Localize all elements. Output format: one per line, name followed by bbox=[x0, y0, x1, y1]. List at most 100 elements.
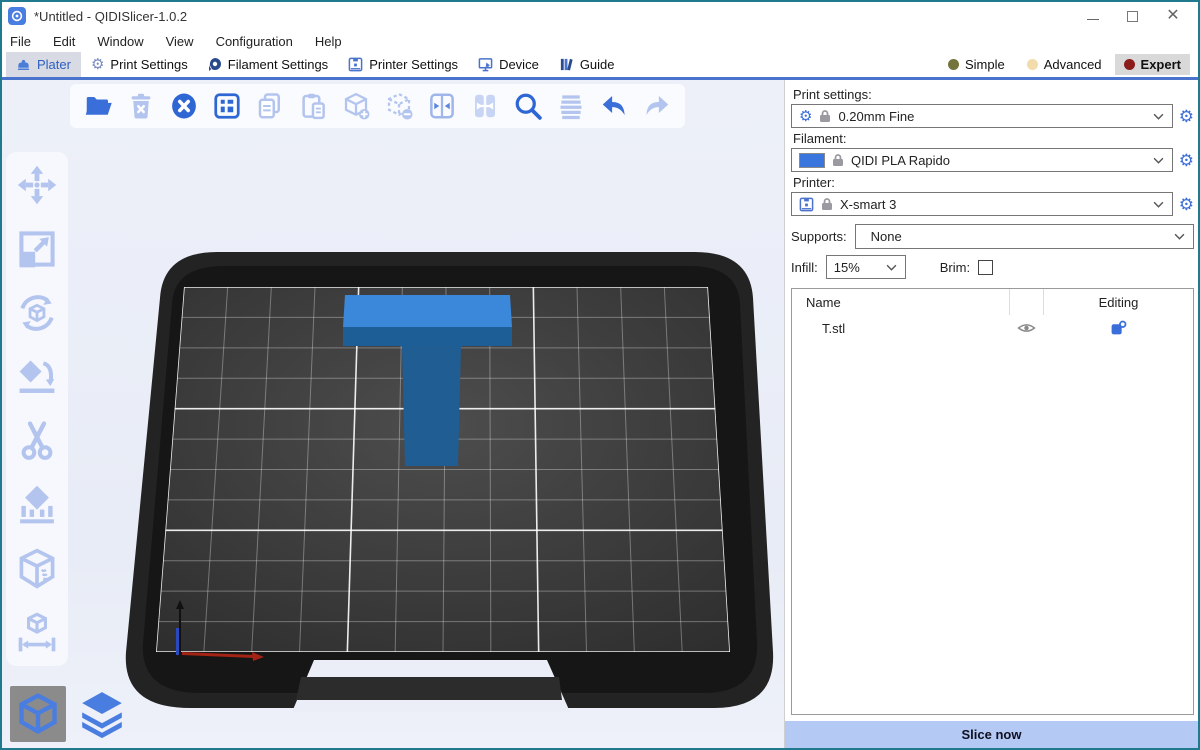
preset-gear-icon: ⚙ bbox=[799, 109, 812, 124]
printer-settings-icon bbox=[348, 57, 363, 72]
editing-icon[interactable] bbox=[1110, 320, 1127, 336]
supports-select[interactable]: None bbox=[855, 224, 1194, 249]
column-visibility bbox=[1009, 289, 1043, 315]
object-row-t-stl[interactable]: T.stl bbox=[792, 315, 1193, 341]
mode-expert[interactable]: Expert bbox=[1115, 54, 1190, 75]
minimize-button[interactable] bbox=[1087, 13, 1099, 20]
print-settings-select[interactable]: ⚙ 0.20mm Fine bbox=[791, 104, 1173, 128]
copy-button[interactable] bbox=[252, 88, 288, 124]
tab-printer-settings[interactable]: Printer Settings bbox=[338, 52, 468, 77]
chevron-down-icon bbox=[886, 264, 897, 271]
lock-icon bbox=[832, 153, 844, 167]
menu-view[interactable]: View bbox=[166, 34, 194, 49]
gizmo-toolbar bbox=[6, 152, 68, 666]
filament-select[interactable]: QIDI PLA Rapido bbox=[791, 148, 1173, 172]
tab-device[interactable]: Device bbox=[468, 52, 549, 77]
settings-panel: Print settings: ⚙ 0.20mm Fine ⚙ Filament… bbox=[784, 80, 1198, 748]
expert-dot-icon bbox=[1124, 59, 1135, 70]
printer-gear-button[interactable]: ⚙ bbox=[1179, 196, 1194, 213]
object-list: Name Editing T.stl bbox=[791, 288, 1194, 715]
view-mode-toggles bbox=[10, 686, 130, 742]
viewport-3d[interactable] bbox=[2, 80, 784, 748]
tab-filament-settings[interactable]: Filament Settings bbox=[198, 52, 338, 77]
filament-gear-button[interactable]: ⚙ bbox=[1179, 152, 1194, 169]
filament-label: Filament: bbox=[793, 131, 1194, 146]
seam-painting-tool-button[interactable] bbox=[14, 546, 60, 592]
build-plate-scene bbox=[2, 80, 784, 747]
mode-advanced[interactable]: Advanced bbox=[1018, 54, 1111, 75]
menu-help[interactable]: Help bbox=[315, 34, 342, 49]
delete-all-button[interactable] bbox=[166, 88, 202, 124]
object-list-header: Name Editing bbox=[792, 289, 1193, 315]
mode-expert-label: Expert bbox=[1141, 57, 1181, 72]
variable-layer-height-button[interactable] bbox=[553, 88, 589, 124]
printer-icon bbox=[799, 197, 814, 212]
split-to-objects-button[interactable] bbox=[424, 88, 460, 124]
supports-label: Supports: bbox=[791, 229, 847, 244]
menu-bar: File Edit Window View Configuration Help bbox=[2, 30, 1198, 52]
move-tool-button[interactable] bbox=[14, 162, 60, 208]
slice-now-label: Slice now bbox=[962, 727, 1022, 742]
mode-advanced-label: Advanced bbox=[1044, 57, 1102, 72]
app-logo-icon bbox=[8, 7, 26, 25]
column-editing: Editing bbox=[1043, 289, 1193, 315]
menu-window[interactable]: Window bbox=[97, 34, 143, 49]
object-toolbar bbox=[70, 84, 685, 128]
menu-configuration[interactable]: Configuration bbox=[216, 34, 293, 49]
undo-button[interactable] bbox=[596, 88, 632, 124]
tab-guide-label: Guide bbox=[580, 57, 615, 72]
column-name: Name bbox=[792, 289, 1009, 315]
printer-value: X-smart 3 bbox=[840, 197, 1146, 212]
window-title: *Untitled - QIDISlicer-1.0.2 bbox=[34, 9, 187, 24]
filament-value: QIDI PLA Rapido bbox=[851, 153, 1146, 168]
lock-icon bbox=[819, 109, 831, 123]
lock-icon bbox=[821, 197, 833, 211]
search-button[interactable] bbox=[510, 88, 546, 124]
paint-supports-tool-button[interactable] bbox=[14, 482, 60, 528]
chevron-down-icon bbox=[1153, 157, 1164, 164]
maximize-button[interactable] bbox=[1127, 11, 1138, 22]
preview-view-button[interactable] bbox=[74, 686, 130, 742]
tab-print-settings[interactable]: ⚙ Print Settings bbox=[81, 52, 198, 77]
chevron-down-icon bbox=[1153, 113, 1164, 120]
title-bar: *Untitled - QIDISlicer-1.0.2 ✕ bbox=[2, 2, 1198, 30]
open-file-button[interactable] bbox=[80, 88, 116, 124]
print-settings-icon: ⚙ bbox=[91, 57, 104, 72]
print-settings-label: Print settings: bbox=[793, 87, 1194, 102]
cut-tool-button[interactable] bbox=[14, 418, 60, 464]
supports-value: None bbox=[863, 229, 1167, 244]
arrange-button[interactable] bbox=[209, 88, 245, 124]
editor-view-button[interactable] bbox=[10, 686, 66, 742]
delete-button[interactable] bbox=[123, 88, 159, 124]
tab-guide[interactable]: Guide bbox=[549, 52, 625, 77]
menu-edit[interactable]: Edit bbox=[53, 34, 75, 49]
tab-plater[interactable]: Plater bbox=[6, 52, 81, 77]
eye-visibility-icon[interactable] bbox=[1017, 321, 1036, 335]
infill-select[interactable]: 15% bbox=[826, 255, 906, 279]
guide-icon bbox=[559, 57, 574, 72]
scale-tool-button[interactable] bbox=[14, 226, 60, 272]
place-on-face-tool-button[interactable] bbox=[14, 354, 60, 400]
tab-filament-settings-label: Filament Settings bbox=[228, 57, 328, 72]
brim-checkbox[interactable] bbox=[978, 260, 993, 275]
split-to-parts-button[interactable] bbox=[467, 88, 503, 124]
measure-tool-button[interactable] bbox=[14, 610, 60, 656]
tab-plater-label: Plater bbox=[37, 57, 71, 72]
simple-dot-icon bbox=[948, 59, 959, 70]
tab-device-label: Device bbox=[499, 57, 539, 72]
menu-file[interactable]: File bbox=[10, 34, 31, 49]
printer-select[interactable]: X-smart 3 bbox=[791, 192, 1173, 216]
add-instance-button[interactable] bbox=[338, 88, 374, 124]
rotate-tool-button[interactable] bbox=[14, 290, 60, 336]
slice-now-button[interactable]: Slice now bbox=[785, 721, 1198, 748]
redo-button[interactable] bbox=[639, 88, 675, 124]
filament-color-swatch bbox=[799, 153, 825, 168]
mode-simple-label: Simple bbox=[965, 57, 1005, 72]
paste-button[interactable] bbox=[295, 88, 331, 124]
device-icon bbox=[478, 57, 493, 72]
remove-instance-button[interactable] bbox=[381, 88, 417, 124]
close-button[interactable]: ✕ bbox=[1166, 9, 1180, 23]
print-settings-gear-button[interactable]: ⚙ bbox=[1179, 108, 1194, 125]
mode-simple[interactable]: Simple bbox=[939, 54, 1014, 75]
chevron-down-icon bbox=[1174, 233, 1185, 240]
